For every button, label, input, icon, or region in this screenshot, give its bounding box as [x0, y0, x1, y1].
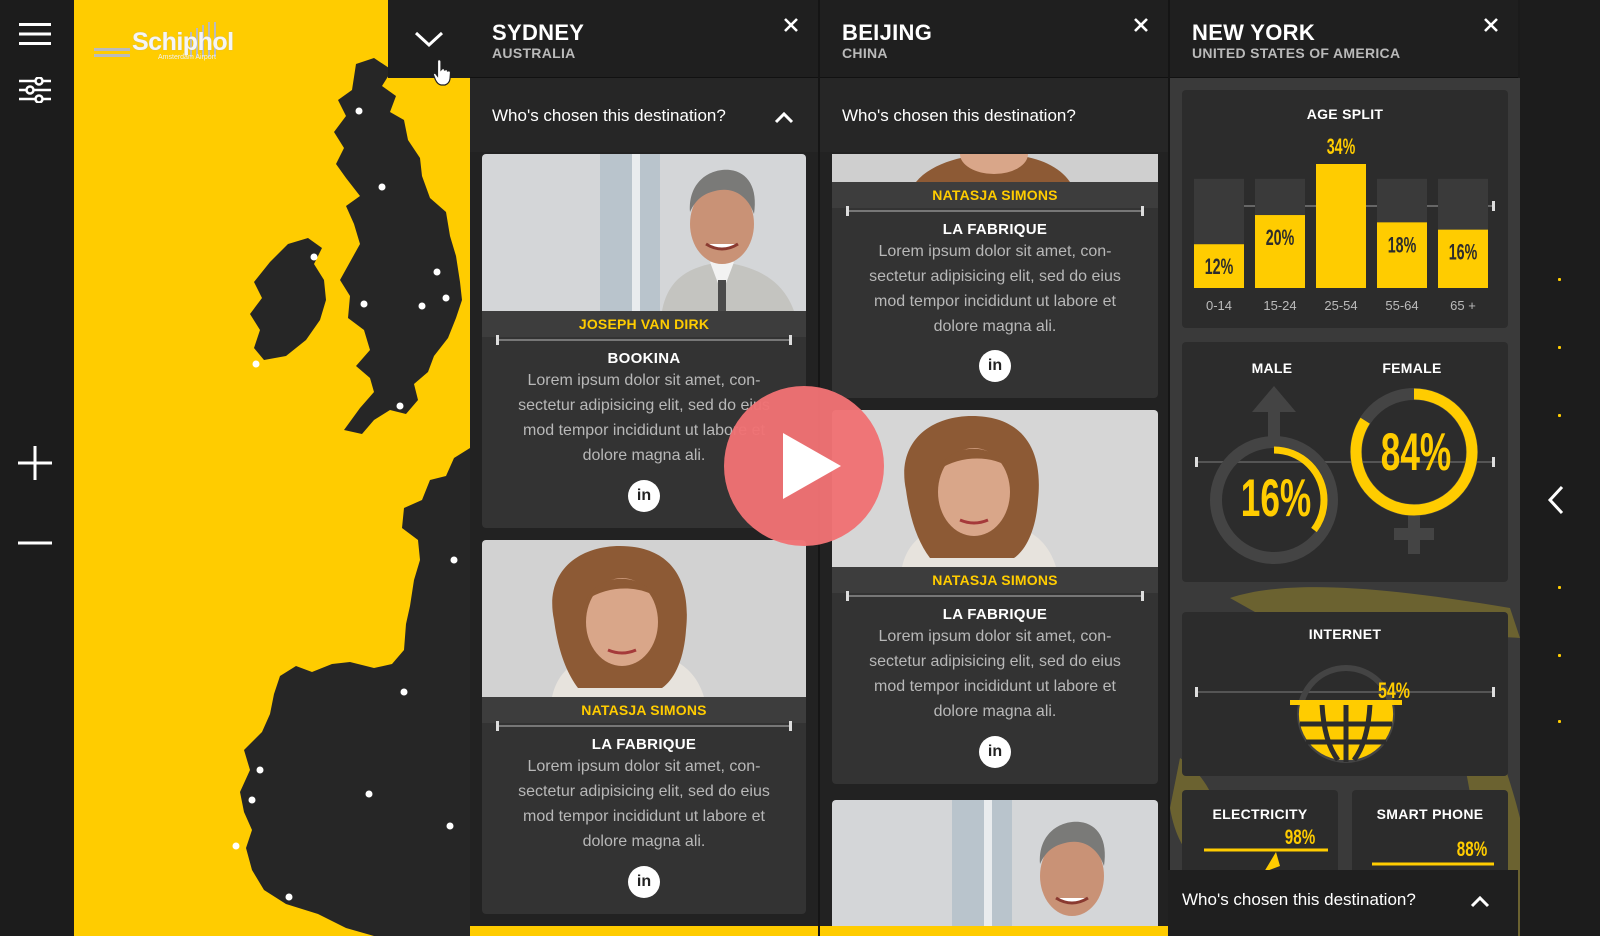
who-chosen-bar-new-york[interactable]: Who's chosen this destination? [1168, 870, 1518, 936]
internet-panel: INTERNET 54% [1182, 612, 1508, 776]
hand-cursor-icon [432, 59, 452, 86]
chevron-down-icon [414, 31, 444, 48]
person-card: NATASJA SIMONS LA FABRIQUE Lorem ipsum d… [482, 540, 806, 914]
card-divider [496, 335, 792, 345]
country-name: CHINA [842, 45, 888, 61]
age-category-label: 65 + [1450, 298, 1476, 313]
person-description: Lorem ipsum dolor sit amet, con-sectetur… [518, 758, 770, 850]
age-split-chart: 12% 0-14 20% 15-24 34% 25-54 18% 55-64 16% 65 + [1194, 134, 1495, 313]
age-category-label: 55-64 [1385, 298, 1418, 313]
company-name: LA FABRIQUE [591, 736, 697, 753]
person-name: NATASJA SIMONS [832, 567, 1158, 593]
europe-map[interactable]: Schiphol Amsterdam Airport [74, 0, 470, 936]
right-rail [1520, 0, 1600, 936]
collapse-panels-button[interactable] [388, 0, 470, 86]
person-photo [482, 154, 806, 311]
card-divider [496, 721, 792, 731]
linkedin-icon[interactable]: in [628, 866, 660, 898]
person-description: Lorem ipsum dolor sit amet, con-sectetur… [869, 243, 1121, 335]
person-name: JOSEPH VAN DIRK [482, 311, 806, 337]
menu-icon[interactable] [12, 14, 58, 54]
play-video-button[interactable] [724, 386, 884, 546]
company-name: BOOKINA [607, 350, 681, 367]
company-name: LA FABRIQUE [942, 606, 1048, 623]
city-name: NEW YORK [1192, 20, 1316, 45]
gender-chart: 16% 84% [1195, 386, 1495, 564]
lightning-icon [1264, 852, 1280, 872]
age-bar [1316, 164, 1366, 288]
internet-value: 54% [1378, 680, 1410, 704]
column-header: NEW YORK UNITED STATES OF AMERICA [1170, 0, 1518, 78]
person-description: Lorem ipsum dolor sit amet, con-sectetur… [869, 628, 1121, 720]
linkedin-icon[interactable]: in [979, 350, 1011, 382]
person-photo [832, 154, 1158, 182]
rail-marker [1558, 720, 1561, 723]
person-photo [832, 800, 1158, 926]
smartphone-chart: 88% [1372, 837, 1494, 866]
chevron-up-icon[interactable] [1470, 894, 1490, 908]
rail-marker [1558, 586, 1561, 589]
card-divider [846, 206, 1144, 216]
age-bar-value-label: 20% [1266, 225, 1295, 250]
city-name: SYDNEY [492, 20, 585, 45]
play-icon [783, 433, 841, 499]
age-category-label: 15-24 [1263, 298, 1296, 313]
filter-icon[interactable] [12, 70, 58, 110]
logo-text: Schiphol [132, 28, 234, 56]
female-percentage: 84% [1381, 422, 1451, 482]
column-header: SYDNEY AUSTRALIA [470, 0, 818, 78]
smartphone-value: 88% [1457, 837, 1487, 861]
company-name: LA FABRIQUE [942, 221, 1048, 238]
zoom-out-icon[interactable] [12, 523, 58, 563]
close-icon[interactable] [1480, 14, 1502, 36]
column-header: BEIJING CHINA [820, 0, 1168, 78]
electricity-value: 98% [1285, 825, 1315, 849]
who-chosen-label: Who's chosen this destination? [1182, 890, 1416, 909]
rail-marker [1558, 414, 1561, 417]
logo-subtitle: Amsterdam Airport [158, 54, 216, 61]
age-category-label: 25-54 [1324, 298, 1357, 313]
left-toolbar [0, 0, 74, 936]
chevron-up-icon[interactable] [774, 110, 794, 124]
gender-panel: MALE FEMALE 16% 84% [1182, 342, 1508, 582]
map-landmass [232, 58, 470, 936]
rail-marker [1558, 278, 1561, 281]
chart-axis-tick [1492, 201, 1495, 211]
age-bar-value-label: 12% [1205, 254, 1234, 279]
rail-marker [1558, 346, 1561, 349]
person-card [832, 800, 1158, 926]
rail-marker [1558, 654, 1561, 657]
linkedin-icon[interactable]: in [979, 736, 1011, 768]
age-bar-value-label: 18% [1388, 232, 1417, 257]
country-name: AUSTRALIA [492, 45, 576, 61]
age-bar-value-label: 34% [1327, 134, 1356, 159]
destination-column-new-york: NEW YORK UNITED STATES OF AMERICA AGE SP… [1168, 0, 1520, 936]
linkedin-icon[interactable]: in [628, 480, 660, 512]
close-icon[interactable] [1130, 14, 1152, 36]
person-photo [482, 540, 806, 697]
accent-strip [820, 926, 1168, 936]
age-category-label: 0-14 [1206, 298, 1232, 313]
zoom-in-icon[interactable] [12, 443, 58, 483]
person-card: NATASJA SIMONS LA FABRIQUE Lorem ipsum d… [832, 154, 1158, 398]
person-name: NATASJA SIMONS [832, 182, 1158, 208]
male-arrow-icon [1252, 386, 1296, 412]
who-chosen-label: Who's chosen this destination? [842, 106, 1076, 125]
person-photo [832, 410, 1158, 567]
age-split-panel: AGE SPLIT 12% 0-14 20% 15-24 34% 25-54 18% 55-6… [1182, 90, 1508, 328]
chevron-left-icon[interactable] [1546, 484, 1566, 516]
person-name: NATASJA SIMONS [482, 697, 806, 723]
accent-strip [470, 926, 818, 936]
age-bar-value-label: 16% [1449, 240, 1478, 265]
city-name: BEIJING [842, 20, 933, 45]
country-name: UNITED STATES OF AMERICA [1192, 45, 1401, 61]
close-icon[interactable] [780, 14, 802, 36]
electricity-chart: 98% [1204, 825, 1328, 872]
male-percentage: 16% [1241, 468, 1311, 528]
who-chosen-label: Who's chosen this destination? [492, 106, 726, 125]
internet-chart: 54% [1195, 665, 1495, 763]
card-divider [846, 591, 1144, 601]
